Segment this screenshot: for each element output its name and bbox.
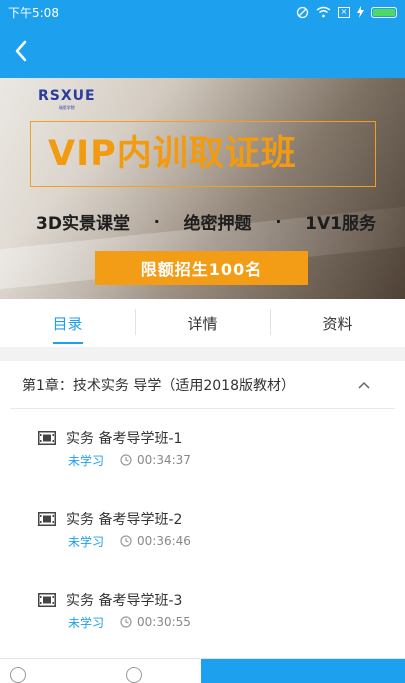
chevron-up-icon: [358, 381, 370, 389]
clock-icon: [120, 454, 132, 466]
banner-feature-3: 1V1服务: [305, 213, 376, 234]
chapter-title: 第1章：技术实务 导学（适用2018版教材）: [22, 377, 295, 394]
back-button[interactable]: [4, 34, 38, 68]
lesson-status: 未学习: [68, 534, 105, 549]
status-bar: 下午5:08 ×: [0, 0, 405, 24]
course-banner[interactable]: RSXUE 瑞思学院 VIP内训取证班 3D实景课堂 · 绝密押题 · 1V1服…: [0, 78, 405, 299]
no-sim-icon: ×: [338, 6, 350, 18]
bottom-action-bar: [0, 658, 405, 683]
clock-icon: [120, 616, 132, 628]
tab-catalog[interactable]: 目录: [0, 299, 135, 347]
tab-details[interactable]: 详情: [135, 299, 270, 347]
tab-materials[interactable]: 资料: [270, 299, 405, 347]
clock-icon: [120, 535, 132, 547]
lesson-status: 未学习: [68, 615, 105, 630]
banner-logo-text: RSXUE: [38, 88, 96, 104]
lesson-title: 实务 备考导学班-3: [66, 593, 183, 609]
video-film-icon: [38, 512, 56, 526]
course-tabs: 目录 详情 资料: [0, 299, 405, 347]
lesson-duration: 00:34:37: [137, 453, 191, 467]
chapter-header[interactable]: 第1章：技术实务 导学（适用2018版教材）: [10, 361, 395, 409]
lesson-item[interactable]: 实务 备考导学班-3 未学习 00:30:55: [38, 589, 378, 633]
catalog-list: 第1章：技术实务 导学（适用2018版教材） 实务 备考导学班-1 未学习 00…: [0, 361, 405, 658]
rotation-lock-icon: [296, 6, 309, 18]
buy-button[interactable]: [201, 659, 405, 683]
banner-feature-2: 绝密押题: [183, 213, 252, 234]
lesson-title: 实务 备考导学班-1: [66, 431, 183, 447]
lesson-duration: 00:30:55: [137, 615, 191, 629]
lesson-item[interactable]: 实务 备考导学班-1 未学习 00:34:37: [38, 427, 378, 471]
video-film-icon: [38, 431, 56, 445]
lesson-title: 实务 备考导学班-2: [66, 512, 183, 528]
wifi-icon: [316, 6, 331, 18]
collapse-button[interactable]: [355, 376, 373, 394]
favorite-icon[interactable]: [126, 667, 142, 683]
lesson-status: 未学习: [68, 453, 105, 468]
consult-icon[interactable]: [10, 667, 26, 683]
banner-features: 3D实景课堂 · 绝密押题 · 1V1服务: [36, 206, 376, 236]
banner-logo: RSXUE 瑞思学院: [38, 88, 96, 111]
video-film-icon: [38, 593, 56, 607]
banner-separator-1: ·: [153, 211, 160, 231]
banner-logo-sub: 瑞思学院: [58, 105, 75, 110]
banner-title: VIP内训取证班: [48, 134, 297, 174]
enrollment-limit-badge[interactable]: 限额招生100名: [95, 251, 308, 285]
banner-feature-1: 3D实景课堂: [36, 213, 130, 234]
lesson-item[interactable]: 实务 备考导学班-2 未学习 00:36:46: [38, 508, 378, 552]
status-icons: ×: [296, 6, 397, 19]
charging-icon: [357, 6, 364, 18]
back-arrow-icon: [15, 40, 27, 62]
status-time: 下午5:08: [8, 5, 59, 20]
banner-separator-2: ·: [275, 211, 282, 231]
battery-icon: [371, 6, 397, 18]
nav-bar: [0, 24, 405, 78]
lesson-duration: 00:36:46: [137, 534, 191, 548]
